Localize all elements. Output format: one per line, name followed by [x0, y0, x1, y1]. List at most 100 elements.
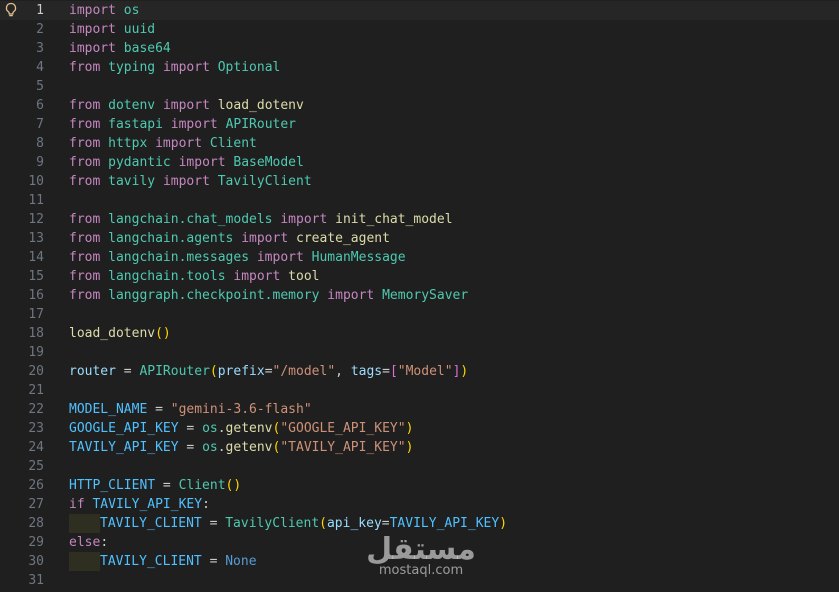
code-token: from — [69, 231, 101, 246]
code-line[interactable]: 16 from langgraph.checkpoint.memory impor… — [0, 286, 839, 305]
code-line[interactable]: 27 if TAVILY_API_KEY: — [0, 495, 839, 514]
line-number: 25 — [28, 459, 44, 474]
code-text: from dotenv import load_dotenv — [69, 96, 304, 115]
code-line[interactable]: 17 — [0, 305, 839, 324]
code-line[interactable]: 22 MODEL_NAME = "gemini-3.6-flash" — [0, 400, 839, 419]
code-token: () — [155, 326, 171, 341]
code-text: from fastapi import APIRouter — [69, 115, 296, 134]
code-line[interactable]: 25 — [0, 457, 839, 476]
code-token: langgraph.checkpoint.memory — [108, 288, 320, 303]
code-token: load_dotenv — [217, 98, 304, 113]
code-token: = — [178, 421, 203, 436]
code-token: from — [69, 212, 101, 227]
code-token: typing — [108, 60, 156, 75]
code-line[interactable]: 8 from httpx import Client — [0, 134, 839, 153]
code-line[interactable]: 26 HTTP_CLIENT = Client() — [0, 476, 839, 495]
code-line[interactable]: 24 TAVILY_API_KEY = os.getenv("TAVILY_API… — [0, 438, 839, 457]
code-editor[interactable]: 1 import os 2 import uuid 3 import base64 4 fro… — [0, 0, 839, 592]
code-text: GOOGLE_API_KEY = os.getenv("GOOGLE_API_K… — [69, 419, 413, 438]
line-number: 10 — [28, 174, 44, 189]
code-token: ) — [460, 364, 469, 379]
code-line[interactable]: 12 from langchain.chat_models import init… — [0, 210, 839, 229]
code-token: os — [202, 440, 218, 455]
code-text: from langchain.tools import tool — [69, 267, 319, 286]
code-line[interactable]: 6 from dotenv import load_dotenv — [0, 96, 839, 115]
code-text: TAVILY_CLIENT = TavilyClient(api_key=TAV… — [69, 514, 507, 533]
code-token: langchain.agents — [108, 231, 234, 246]
code-text: HTTP_CLIENT = Client() — [69, 476, 241, 495]
line-number: 28 — [28, 516, 44, 531]
code-line[interactable]: 11 — [0, 191, 839, 210]
line-number: 26 — [28, 478, 44, 493]
code-line[interactable]: 19 — [0, 343, 839, 362]
code-line[interactable]: 20 router = APIRouter(prefix="/model", ta… — [0, 362, 839, 381]
code-line[interactable]: 1 import os — [0, 1, 839, 20]
code-line[interactable]: 28 TAVILY_CLIENT = TavilyClient(api_key=T… — [0, 514, 839, 533]
code-line[interactable]: 18 load_dotenv() — [0, 324, 839, 343]
code-token: None — [225, 554, 257, 569]
code-token: "/model" — [272, 364, 336, 379]
code-token: TAVILY_CLIENT — [100, 516, 202, 531]
code-token: from — [69, 250, 101, 265]
code-line[interactable]: 21 — [0, 381, 839, 400]
code-token: os — [202, 421, 218, 436]
code-token: = — [201, 554, 226, 569]
code-line[interactable]: 23 GOOGLE_API_KEY = os.getenv("GOOGLE_API… — [0, 419, 839, 438]
code-line[interactable]: 4 from typing import Optional — [0, 58, 839, 77]
code-line[interactable]: 15 from langchain.tools import tool — [0, 267, 839, 286]
code-line[interactable]: 14 from langchain.messages import HumanMe… — [0, 248, 839, 267]
code-token: getenv — [225, 421, 273, 436]
code-token: MemorySaver — [382, 288, 469, 303]
code-token: from — [69, 60, 101, 75]
line-number: 30 — [28, 554, 44, 569]
watermark-logo: مستقل — [366, 532, 476, 567]
code-token: TAVILY_API_KEY — [92, 497, 203, 512]
code-token: = — [155, 478, 179, 493]
code-token: = — [178, 440, 203, 455]
code-token: HTTP_CLIENT — [69, 478, 156, 493]
code-token: os — [123, 3, 140, 18]
code-token: import — [327, 288, 375, 303]
code-line[interactable]: 13 from langchain.agents import create_ag… — [0, 229, 839, 248]
code-line[interactable]: 5 — [0, 77, 839, 96]
code-token: load_dotenv — [69, 326, 156, 341]
code-token: fastapi — [108, 117, 163, 132]
code-token: TavilyClient — [217, 174, 312, 189]
code-text: import uuid — [69, 20, 155, 39]
code-token: import — [280, 212, 328, 227]
line-number: 14 — [28, 250, 44, 265]
code-token: APIRouter — [225, 117, 297, 132]
code-token: import — [256, 250, 304, 265]
code-line[interactable]: 7 from fastapi import APIRouter — [0, 115, 839, 134]
code-token: from — [69, 269, 101, 284]
code-token: from — [69, 136, 101, 151]
code-token: langchain.tools — [108, 269, 226, 284]
code-text: from httpx import Client — [69, 134, 257, 153]
code-token: httpx — [108, 136, 148, 151]
code-token: = — [115, 364, 140, 379]
code-line[interactable]: 2 import uuid — [0, 20, 839, 39]
lightbulb-icon[interactable] — [4, 2, 18, 18]
line-number: 21 — [28, 383, 44, 398]
code-text: from tavily import TavilyClient — [69, 172, 312, 191]
code-token: = — [147, 402, 171, 417]
line-number: 9 — [36, 155, 44, 170]
code-token: : — [202, 497, 210, 512]
code-token: = — [201, 516, 226, 531]
code-line[interactable]: 9 from pydantic import BaseModel — [0, 153, 839, 172]
code-text: from langchain.messages import HumanMess… — [69, 248, 406, 267]
code-line[interactable]: 3 import base64 — [0, 39, 839, 58]
code-line[interactable]: 10 from tavily import TavilyClient — [0, 172, 839, 191]
